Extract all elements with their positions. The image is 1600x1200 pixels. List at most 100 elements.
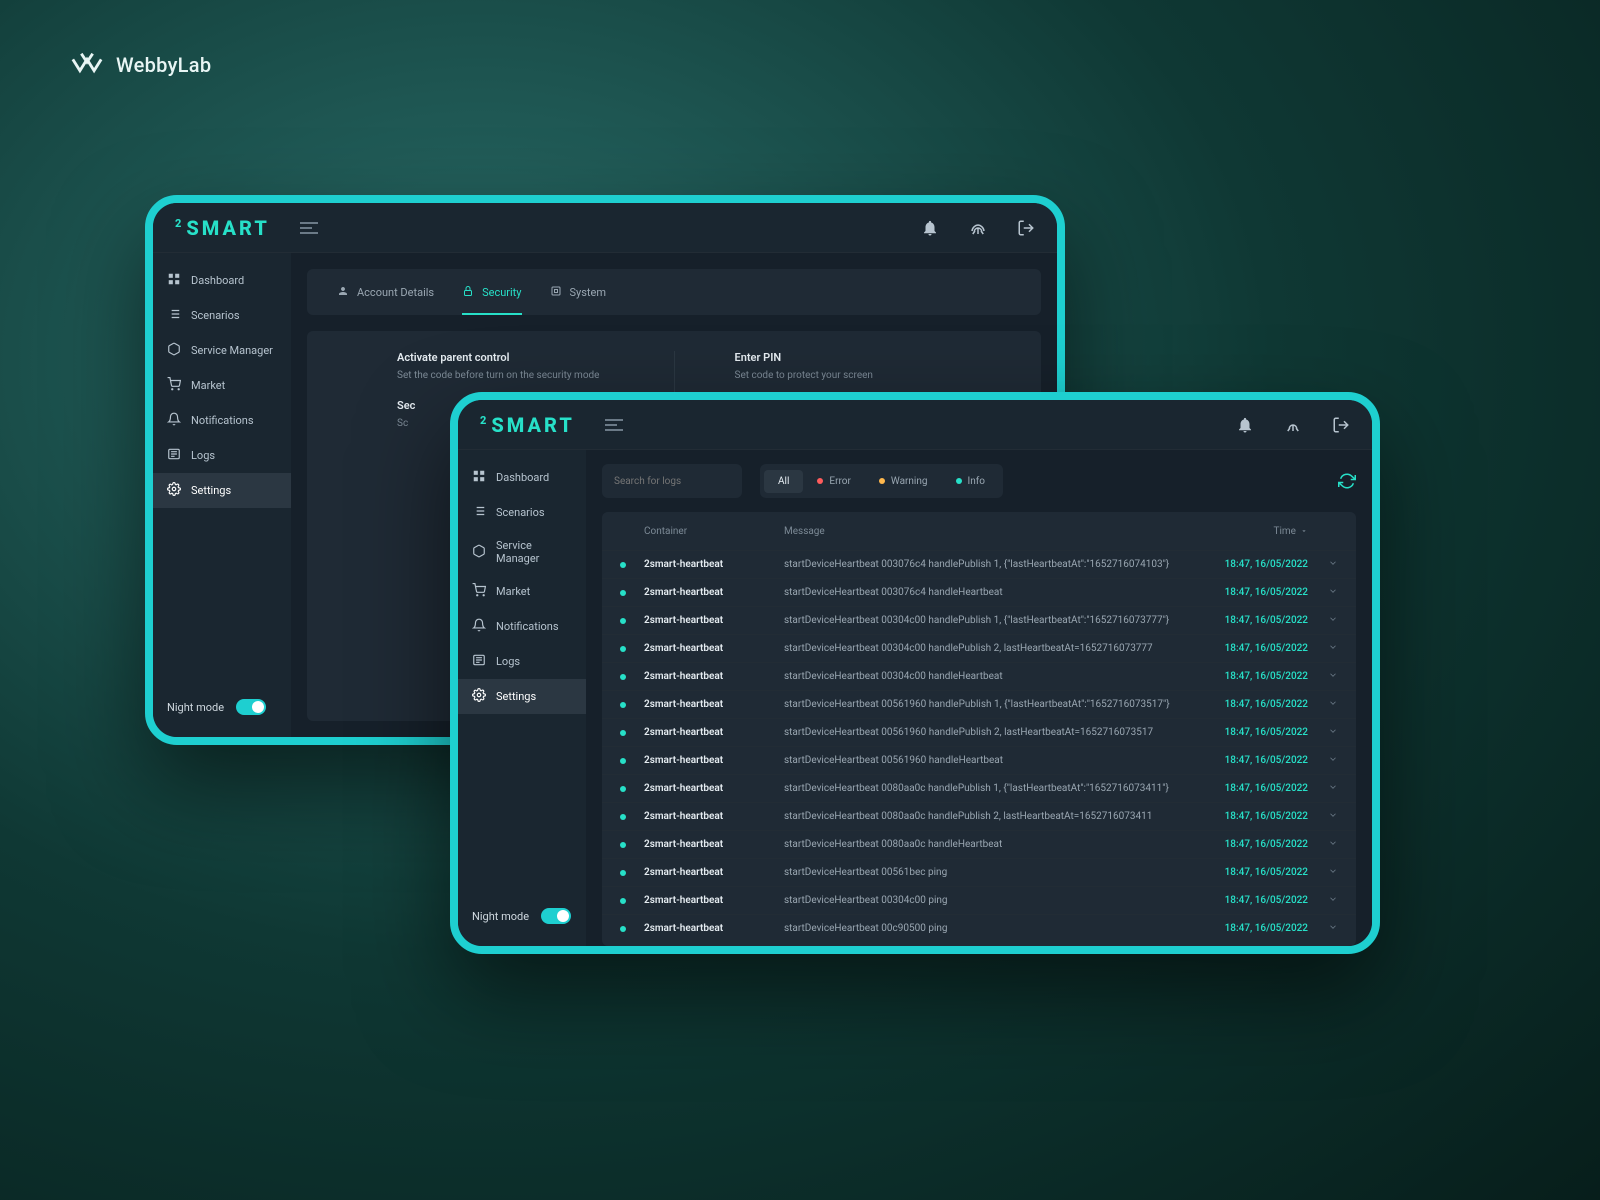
sidebar-item-notifications[interactable]: Notifications: [458, 609, 586, 644]
sidebar-item-scenarios[interactable]: Scenarios: [458, 495, 586, 530]
status-dot: [620, 562, 626, 568]
table-row[interactable]: 2smart-heartbeatstartDeviceHeartbeat 008…: [602, 802, 1356, 830]
person-icon: [337, 285, 349, 300]
sidebar-item-notifications[interactable]: Notifications: [153, 403, 291, 438]
table-row[interactable]: 2smart-heartbeatstartDeviceHeartbeat 00c…: [602, 914, 1356, 942]
table-row[interactable]: 2smart-heartbeatstartDeviceHeartbeat 005…: [602, 718, 1356, 746]
chevron-down-icon[interactable]: [1328, 670, 1338, 683]
logout-icon[interactable]: [1332, 416, 1350, 434]
app-header: 2SMART: [153, 203, 1057, 253]
row-message: startDeviceHeartbeat 0080aa0c handleHear…: [784, 839, 1188, 850]
row-container: 2smart-heartbeat: [644, 671, 784, 682]
logs-icon: [167, 447, 181, 464]
chevron-down-icon[interactable]: [1328, 838, 1338, 851]
row-container: 2smart-heartbeat: [644, 867, 784, 878]
col-container: Container: [644, 526, 784, 537]
bell-icon[interactable]: [1236, 416, 1254, 434]
col-time[interactable]: Time: [1188, 526, 1308, 537]
chevron-down-icon[interactable]: [1328, 614, 1338, 627]
night-mode-toggle[interactable]: [541, 908, 571, 924]
sidebar-item-label: Service Manager: [191, 344, 273, 357]
table-row[interactable]: 2smart-heartbeatstartDeviceHeartbeat 008…: [602, 774, 1356, 802]
sidebar-item-label: Settings: [191, 484, 231, 497]
sidebar-item-service-manager[interactable]: Service Manager: [153, 333, 291, 368]
sidebar-item-label: Dashboard: [191, 274, 244, 287]
sidebar-item-service-manager[interactable]: Service Manager: [458, 530, 586, 574]
filter-info[interactable]: Info: [942, 470, 999, 493]
chevron-down-icon[interactable]: [1328, 894, 1338, 907]
chevron-down-icon[interactable]: [1328, 642, 1338, 655]
chevron-down-icon[interactable]: [1328, 782, 1338, 795]
table-row[interactable]: 2smart-heartbeatstartDeviceHeartbeat 003…: [602, 634, 1356, 662]
table-row[interactable]: 2smart-heartbeatstartDeviceHeartbeat 003…: [602, 578, 1356, 606]
table-row[interactable]: 2smart-heartbeatstartDeviceHeartbeat 008…: [602, 830, 1356, 858]
row-message: startDeviceHeartbeat 003076c4 handleHear…: [784, 587, 1188, 598]
menu-toggle-icon[interactable]: [300, 222, 318, 234]
menu-toggle-icon[interactable]: [605, 419, 623, 431]
sidebar-item-dashboard[interactable]: Dashboard: [153, 263, 291, 298]
status-dot: [620, 786, 626, 792]
col-message: Message: [784, 526, 1188, 537]
status-dot: [620, 730, 626, 736]
tab-account-details[interactable]: Account Details: [337, 269, 434, 315]
row-container: 2smart-heartbeat: [644, 923, 784, 934]
dashboard-icon: [167, 272, 181, 289]
chevron-down-icon[interactable]: [1328, 866, 1338, 879]
row-container: 2smart-heartbeat: [644, 559, 784, 570]
search-input[interactable]: [614, 476, 747, 487]
table-row[interactable]: 2smart-heartbeatstartDeviceHeartbeat 003…: [602, 662, 1356, 690]
settings-tabs: Account Details Security System: [307, 269, 1041, 315]
refresh-icon[interactable]: [1338, 472, 1356, 490]
chevron-down-icon[interactable]: [1328, 810, 1338, 823]
filter-error[interactable]: Error: [803, 470, 864, 493]
table-row[interactable]: 2smart-heartbeatstartDeviceHeartbeat 003…: [602, 886, 1356, 914]
chevron-down-icon[interactable]: [1328, 726, 1338, 739]
filter-all[interactable]: All: [764, 470, 803, 493]
bell-icon[interactable]: [921, 219, 939, 237]
row-time: 18:47, 16/05/2022: [1188, 755, 1308, 766]
row-container: 2smart-heartbeat: [644, 811, 784, 822]
table-row[interactable]: 2smart-heartbeatstartDeviceHeartbeat 003…: [602, 606, 1356, 634]
list-icon: [167, 307, 181, 324]
status-dot: [620, 842, 626, 848]
table-row[interactable]: 2smart-heartbeatstartDeviceHeartbeat 005…: [602, 858, 1356, 886]
filter-label: Warning: [891, 476, 928, 487]
search-input-wrap[interactable]: [602, 464, 742, 498]
sidebar-item-scenarios[interactable]: Scenarios: [153, 298, 291, 333]
status-dot: [620, 646, 626, 652]
status-dot: [956, 478, 962, 484]
sidebar-item-logs[interactable]: Logs: [458, 644, 586, 679]
status-dot: [620, 814, 626, 820]
parent-control-title: Activate parent control: [397, 351, 614, 364]
tablet-logs: 2SMART DashboardScenariosService Manager…: [450, 392, 1380, 954]
row-container: 2smart-heartbeat: [644, 699, 784, 710]
sidebar-item-market[interactable]: Market: [153, 368, 291, 403]
chevron-down-icon[interactable]: [1328, 558, 1338, 571]
chevron-down-icon[interactable]: [1328, 922, 1338, 935]
chevron-down-icon[interactable]: [1328, 698, 1338, 711]
table-row[interactable]: 2smart-heartbeatstartDeviceHeartbeat 005…: [602, 690, 1356, 718]
logout-icon[interactable]: [1017, 219, 1035, 237]
sidebar-item-label: Scenarios: [191, 309, 240, 322]
sidebar-item-settings[interactable]: Settings: [458, 679, 586, 714]
chevron-down-icon[interactable]: [1328, 754, 1338, 767]
sidebar-item-market[interactable]: Market: [458, 574, 586, 609]
sidebar-item-dashboard[interactable]: Dashboard: [458, 460, 586, 495]
signal-icon[interactable]: [1284, 416, 1302, 434]
night-mode-toggle[interactable]: [236, 699, 266, 715]
tab-label: System: [570, 286, 607, 299]
table-row[interactable]: 2smart-heartbeatstartDeviceHeartbeat 003…: [602, 550, 1356, 578]
table-row[interactable]: 2smart-heartbeatstartDeviceHeartbeat 005…: [602, 746, 1356, 774]
status-dot: [620, 758, 626, 764]
status-dot: [620, 674, 626, 680]
sidebar-item-logs[interactable]: Logs: [153, 438, 291, 473]
row-message: startDeviceHeartbeat 00304c00 ping: [784, 895, 1188, 906]
tab-security[interactable]: Security: [462, 269, 521, 315]
list-icon: [472, 504, 486, 521]
filter-warning[interactable]: Warning: [865, 470, 942, 493]
signal-icon[interactable]: [969, 219, 987, 237]
chevron-down-icon[interactable]: [1328, 586, 1338, 599]
tab-system[interactable]: System: [550, 269, 607, 315]
sidebar-item-label: Settings: [496, 690, 536, 703]
sidebar-item-settings[interactable]: Settings: [153, 473, 291, 508]
